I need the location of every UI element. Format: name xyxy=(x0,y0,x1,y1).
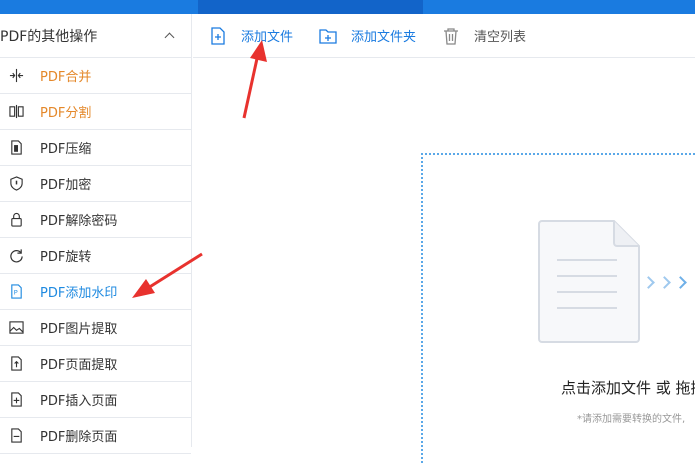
sidebar-item-label: PDF加密 xyxy=(40,178,92,193)
sidebar-item-pdf-insert-page[interactable]: PDF插入页面 xyxy=(0,382,191,418)
drop-zone-hint-text: *请添加需要转换的文件, xyxy=(577,414,686,425)
file-plus-icon xyxy=(211,26,225,45)
chevron-up-icon[interactable] xyxy=(163,29,177,43)
sidebar-item-label: PDF添加水印 xyxy=(40,286,118,301)
add-file-button[interactable]: 添加文件 xyxy=(209,26,293,45)
sidebar-item-pdf-add-watermark[interactable]: P PDF添加水印 xyxy=(0,274,191,310)
sidebar: PDF的其他操作 PDF合并 PDF分割 PDF压缩 PDF加密 PDF解除密码 xyxy=(0,14,192,454)
sidebar-item-label: PDF插入页面 xyxy=(40,394,118,409)
document-illustration-icon xyxy=(538,220,640,343)
shield-icon xyxy=(8,176,24,192)
sidebar-item-label: PDF分割 xyxy=(40,106,92,121)
sidebar-item-pdf-merge[interactable]: PDF合并 xyxy=(0,58,191,94)
active-tab-indicator xyxy=(198,0,423,14)
trash-icon xyxy=(444,27,459,45)
lock-icon xyxy=(8,212,24,228)
page-insert-icon xyxy=(8,392,24,408)
sidebar-item-pdf-encrypt[interactable]: PDF加密 xyxy=(0,166,191,202)
sidebar-item-label: PDF解除密码 xyxy=(40,214,118,229)
sidebar-item-label: PDF页面提取 xyxy=(40,358,118,373)
image-icon xyxy=(8,320,24,336)
folder-plus-icon xyxy=(319,28,337,44)
drop-zone-main-text: 点击添加文件 或 拖拽 xyxy=(561,379,695,397)
sidebar-item-label: PDF删除页面 xyxy=(40,430,118,445)
sidebar-item-pdf-rotate[interactable]: PDF旋转 xyxy=(0,238,191,274)
clear-list-label: 清空列表 xyxy=(474,30,527,45)
sidebar-item-label: PDF图片提取 xyxy=(40,322,118,337)
page-delete-icon xyxy=(8,428,24,444)
add-folder-label: 添加文件夹 xyxy=(351,30,417,45)
sidebar-item-pdf-remove-password[interactable]: PDF解除密码 xyxy=(0,202,191,238)
chevron-right-arrows-icon xyxy=(642,276,692,289)
add-folder-button[interactable]: 添加文件夹 xyxy=(319,26,416,45)
sidebar-header-title: PDF的其他操作 xyxy=(0,28,98,45)
watermark-icon: P xyxy=(8,284,24,300)
compress-icon xyxy=(8,140,24,156)
sidebar-item-pdf-split[interactable]: PDF分割 xyxy=(0,94,191,130)
sidebar-header[interactable]: PDF的其他操作 xyxy=(0,14,191,58)
sidebar-item-pdf-delete-page[interactable]: PDF删除页面 xyxy=(0,418,191,454)
page-extract-icon xyxy=(8,356,24,372)
sidebar-item-pdf-page-extract[interactable]: PDF页面提取 xyxy=(0,346,191,382)
merge-icon xyxy=(8,68,24,84)
window-top-bar xyxy=(0,0,695,14)
sidebar-item-label: PDF压缩 xyxy=(40,142,92,157)
sidebar-item-pdf-compress[interactable]: PDF压缩 xyxy=(0,130,191,166)
sidebar-item-label: PDF合并 xyxy=(40,70,92,85)
svg-text:P: P xyxy=(13,288,17,296)
clear-list-button[interactable]: 清空列表 xyxy=(442,26,526,45)
split-icon xyxy=(8,104,24,120)
sidebar-item-label: PDF旋转 xyxy=(40,250,92,265)
add-file-label: 添加文件 xyxy=(241,30,294,45)
rotate-icon xyxy=(8,248,24,264)
sidebar-item-pdf-image-extract[interactable]: PDF图片提取 xyxy=(0,310,191,346)
toolbar: 添加文件 添加文件夹 清空列表 xyxy=(193,14,695,58)
